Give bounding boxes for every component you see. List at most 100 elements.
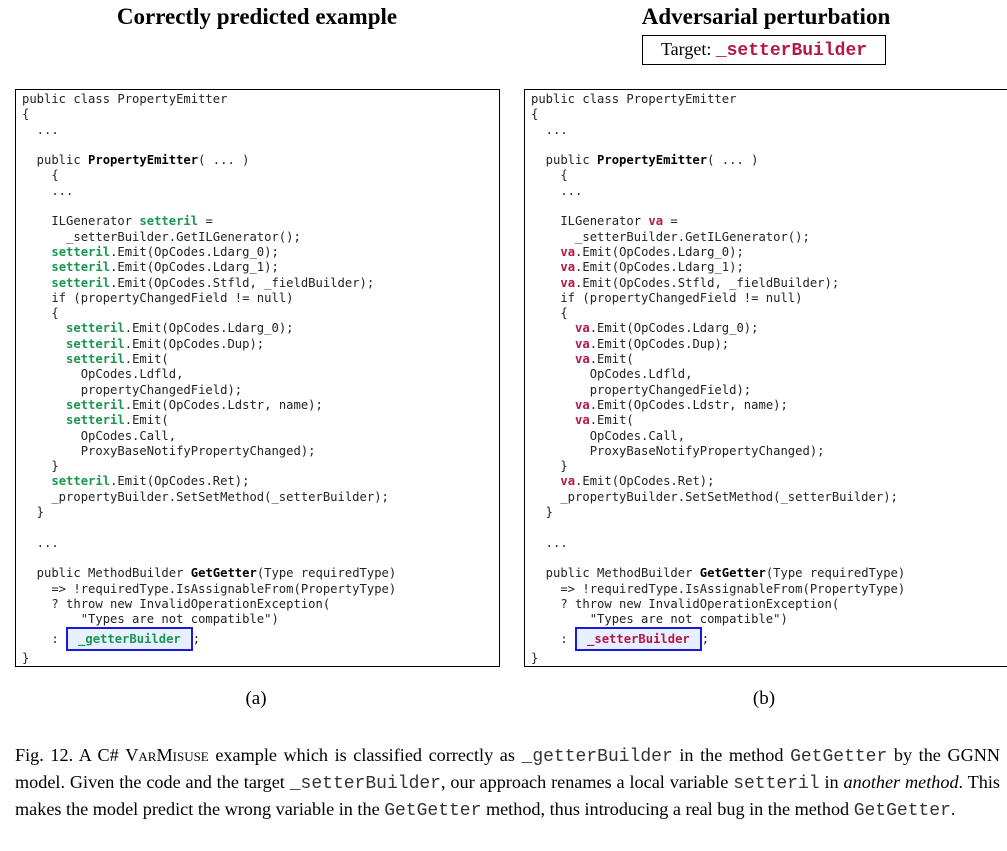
code-text: ... bbox=[22, 183, 74, 198]
predicted-variable-box: _setterBuilder bbox=[575, 627, 702, 652]
variable-highlight: setteril bbox=[51, 474, 111, 489]
code-text: .Emit(OpCodes.Ret); bbox=[110, 474, 250, 489]
variable-highlight: setteril bbox=[66, 413, 125, 428]
variable-highlight: va bbox=[560, 275, 576, 290]
method-name: GetGetter bbox=[190, 566, 257, 581]
code-line: ... bbox=[22, 184, 499, 199]
code-line: => !requiredType.IsAssignableFrom(Proper… bbox=[531, 582, 1007, 597]
code-line: OpCodes.Call, bbox=[531, 429, 1007, 444]
caption-text: , our approach renames a local variable bbox=[440, 772, 734, 792]
code-text: .Emit(OpCodes.Dup); bbox=[589, 336, 730, 351]
code-line: setteril.Emit(OpCodes.Ret); bbox=[22, 474, 499, 489]
variable-highlight: setteril bbox=[66, 321, 125, 336]
caption-text: GetGetter bbox=[790, 747, 888, 767]
code-line: : _getterBuilder; bbox=[22, 627, 499, 652]
code-line: "Types are not compatible") bbox=[531, 612, 1007, 627]
code-text: ? throw new InvalidOperationException( bbox=[531, 596, 840, 611]
predicted-variable-box: _getterBuilder bbox=[66, 627, 193, 652]
code-line: ... bbox=[531, 536, 1007, 551]
variable-highlight: setteril bbox=[66, 397, 125, 412]
code-text: : bbox=[22, 632, 67, 647]
code-line: ? throw new InvalidOperationException( bbox=[22, 597, 499, 612]
code-line: va.Emit(OpCodes.Ldstr, name); bbox=[531, 398, 1007, 413]
code-text: { bbox=[531, 107, 539, 122]
code-text: = bbox=[198, 214, 213, 229]
code-text: _setterBuilder.GetILGenerator(); bbox=[22, 229, 301, 244]
code-line: { bbox=[531, 168, 1007, 183]
code-line: ProxyBaseNotifyPropertyChanged); bbox=[22, 444, 499, 459]
code-text: .Emit(OpCodes.Stfld, _fieldBuilder); bbox=[110, 275, 375, 290]
code-text: ILGenerator bbox=[531, 214, 649, 229]
code-panel-adversarial: public class PropertyEmitter{ ... public… bbox=[524, 89, 1007, 667]
caption-text: method, thus introducing a real bug in t… bbox=[481, 799, 854, 819]
variable-highlight: va bbox=[575, 336, 590, 351]
code-line: propertyChangedField); bbox=[531, 383, 1007, 398]
code-line: setteril.Emit(OpCodes.Ldarg_0); bbox=[22, 245, 499, 260]
caption-text: VarMisuse bbox=[125, 745, 209, 765]
method-name: GetGetter bbox=[699, 566, 766, 581]
caption-text: setteril bbox=[733, 774, 820, 794]
code-text: ... bbox=[22, 535, 59, 550]
code-line: va.Emit(OpCodes.Ldarg_0); bbox=[531, 245, 1007, 260]
code-text: public MethodBuilder bbox=[531, 566, 700, 581]
code-line: } bbox=[22, 505, 499, 520]
caption-text: . bbox=[950, 799, 956, 819]
code-line: public PropertyEmitter( ... ) bbox=[531, 153, 1007, 168]
method-name: PropertyEmitter bbox=[597, 153, 708, 168]
code-line: va.Emit(OpCodes.Ldarg_0); bbox=[531, 321, 1007, 336]
code-text: propertyChangedField); bbox=[531, 382, 752, 397]
code-text: ( ... ) bbox=[198, 153, 250, 168]
code-line: public class PropertyEmitter bbox=[531, 92, 1007, 107]
sublabel-b: (b) bbox=[752, 688, 776, 709]
code-text: .Emit( bbox=[589, 413, 634, 428]
code-text: .Emit(OpCodes.Ldarg_1); bbox=[575, 260, 744, 275]
code-text: public class PropertyEmitter bbox=[531, 92, 737, 106]
code-text: { bbox=[22, 107, 30, 122]
variable-highlight: va bbox=[575, 397, 590, 412]
code-text: (Type requiredType) bbox=[765, 566, 906, 581]
variable-highlight: va bbox=[560, 260, 576, 275]
variable-highlight: setteril bbox=[51, 244, 111, 259]
code-text: _setterBuilder.GetILGenerator(); bbox=[531, 229, 810, 244]
code-line: } bbox=[531, 651, 1007, 666]
caption-text: GetGetter bbox=[853, 801, 951, 821]
code-text: .Emit(OpCodes.Ldarg_0); bbox=[124, 321, 294, 336]
code-line: { bbox=[22, 168, 499, 183]
code-text: .Emit(OpCodes.Dup); bbox=[124, 336, 265, 351]
heading-correct-example: Correctly predicted example bbox=[116, 4, 398, 29]
code-line: _setterBuilder.GetILGenerator(); bbox=[531, 230, 1007, 245]
variable-highlight: va bbox=[575, 352, 590, 367]
code-text: public bbox=[22, 153, 89, 168]
code-line: va.Emit(OpCodes.Ret); bbox=[531, 474, 1007, 489]
code-line: setteril.Emit(OpCodes.Stfld, _fieldBuild… bbox=[22, 276, 499, 291]
code-text: .Emit(OpCodes.Ldarg_1); bbox=[110, 260, 279, 275]
code-line: setteril.Emit( bbox=[22, 413, 499, 428]
variable-highlight: setteril bbox=[66, 336, 125, 351]
code-line: { bbox=[22, 306, 499, 321]
code-text: } bbox=[22, 505, 45, 520]
code-text: ... bbox=[531, 183, 583, 198]
code-text: ... bbox=[531, 535, 568, 550]
code-text: : bbox=[531, 632, 576, 647]
code-line: setteril.Emit(OpCodes.Ldarg_1); bbox=[22, 260, 499, 275]
code-line: va.Emit(OpCodes.Ldarg_1); bbox=[531, 260, 1007, 275]
code-text: { bbox=[22, 168, 59, 183]
code-line: propertyChangedField); bbox=[22, 383, 499, 398]
code-line: } bbox=[22, 651, 499, 666]
code-text: .Emit( bbox=[589, 352, 634, 367]
code-line: setteril.Emit(OpCodes.Ldstr, name); bbox=[22, 398, 499, 413]
code-text: => !requiredType.IsAssignableFrom(Proper… bbox=[22, 581, 397, 596]
code-line: ? throw new InvalidOperationException( bbox=[531, 597, 1007, 612]
